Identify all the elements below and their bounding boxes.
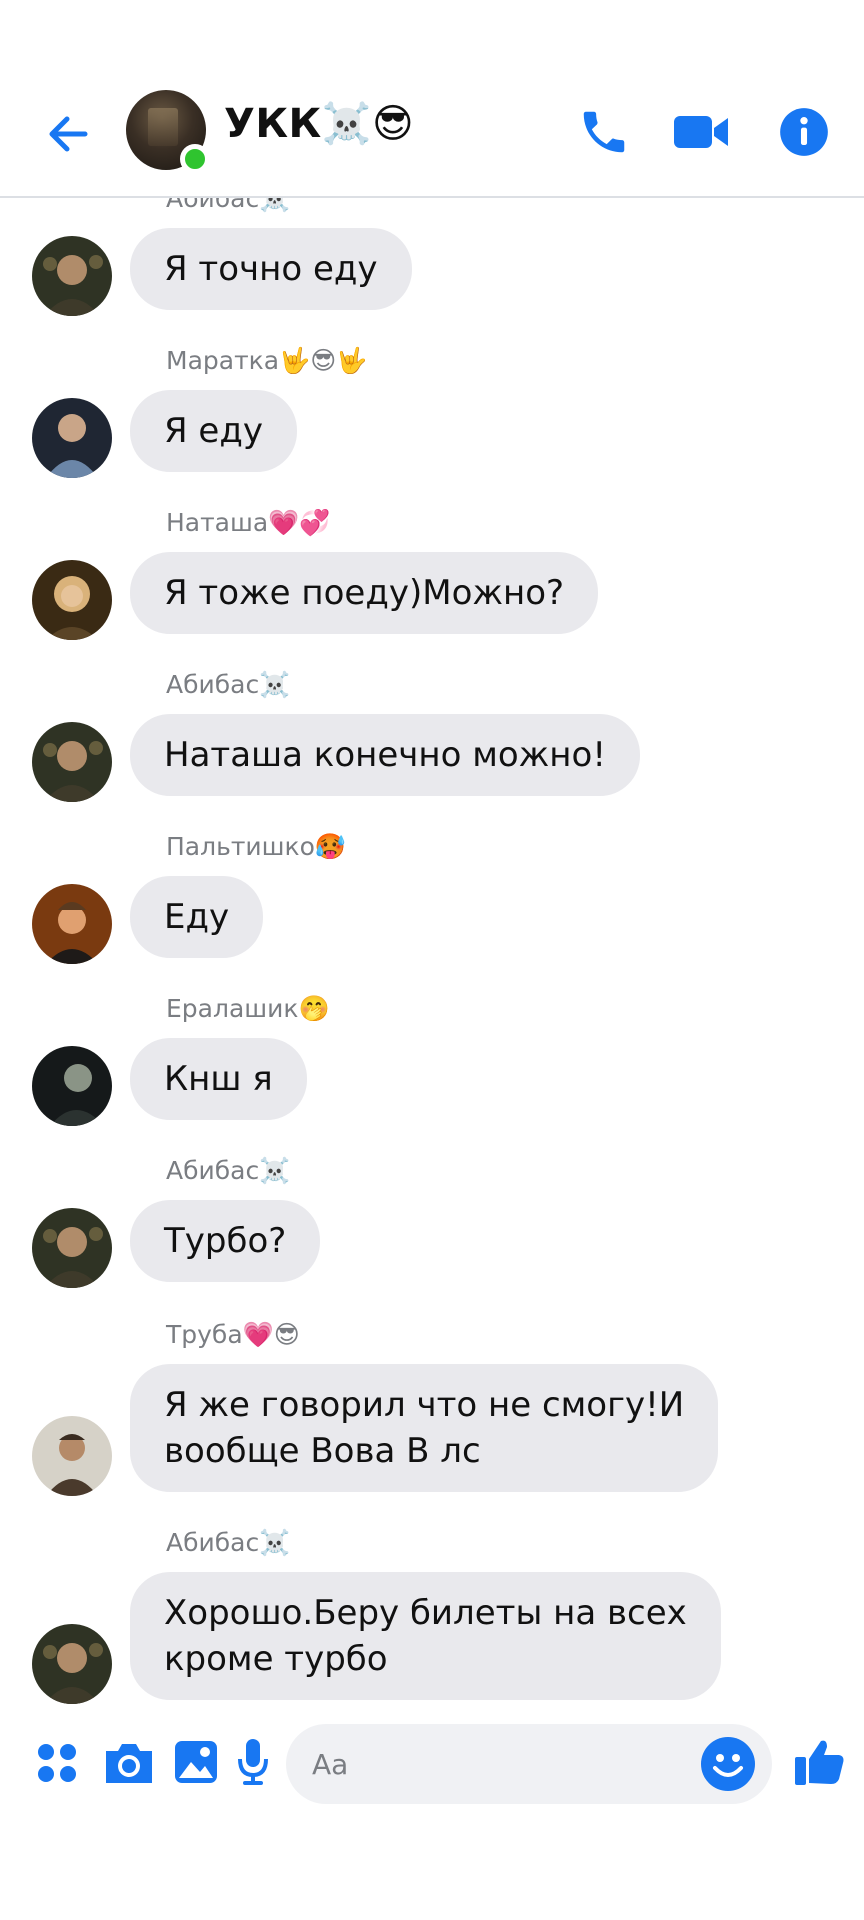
sender-name: Абибас☠️ [166, 198, 291, 213]
smiley-emoji-icon [701, 1737, 755, 1791]
call-button[interactable] [572, 100, 636, 164]
sender-avatar[interactable] [32, 1416, 112, 1496]
info-button[interactable] [772, 100, 836, 164]
sender-avatar[interactable] [32, 722, 112, 802]
video-call-button[interactable] [670, 100, 734, 164]
voice-message-button[interactable] [228, 1734, 278, 1790]
message-bubble[interactable]: Я точно еду [130, 228, 412, 310]
chat-header: УКК☠️😎 [0, 70, 864, 198]
message-bubble[interactable]: Я еду [130, 390, 297, 472]
message-bubble[interactable]: Наташа конечно можно! [130, 714, 640, 796]
more-actions-button[interactable] [30, 1736, 84, 1790]
message-bubble[interactable]: Кнш я [130, 1038, 307, 1120]
message-bubble[interactable]: Еду [130, 876, 264, 958]
four-dots-menu-icon [38, 1744, 76, 1782]
sender-avatar[interactable] [32, 1046, 112, 1126]
message-composer [0, 1706, 864, 1820]
image-gallery-icon [175, 1741, 217, 1783]
group-avatar-container[interactable] [126, 90, 210, 174]
sender-avatar[interactable] [32, 884, 112, 964]
status-bar [0, 0, 864, 70]
gallery-button[interactable] [168, 1734, 224, 1790]
sender-name: Абибас☠️ [166, 1156, 291, 1185]
sender-avatar[interactable] [32, 1208, 112, 1288]
camera-icon [106, 1744, 152, 1783]
video-camera-icon [674, 116, 728, 148]
arrow-left-icon [49, 116, 88, 152]
microphone-icon [238, 1739, 268, 1785]
chat-title[interactable]: УКК☠️😎 [224, 100, 414, 147]
info-icon [780, 108, 828, 156]
emoji-button[interactable] [700, 1736, 756, 1792]
back-button[interactable] [40, 106, 96, 162]
message-list[interactable]: Абибас☠️ Я точно еду Маратка🤟😎🤟 Я еду На… [0, 198, 864, 1706]
message-bubble[interactable]: Хорошо.Беру билеты на всех кроме турбо [130, 1572, 721, 1700]
sender-avatar[interactable] [32, 398, 112, 478]
sender-name: Пальтишко🥵 [166, 832, 347, 861]
online-status-dot [180, 144, 210, 174]
camera-button[interactable] [100, 1734, 158, 1792]
thumbs-up-icon [795, 1740, 844, 1785]
sender-avatar[interactable] [32, 236, 112, 316]
bottom-safe-area [0, 1820, 864, 1920]
message-bubble[interactable]: Я же говорил что не смогу!И вообще Вова … [130, 1364, 719, 1492]
sender-name: Абибас☠️ [166, 670, 291, 699]
sender-name: Ералашик🤭 [166, 994, 330, 1023]
phone-icon [583, 111, 625, 153]
like-button[interactable] [790, 1732, 850, 1792]
sender-avatar[interactable] [32, 560, 112, 640]
sender-name: Труба💗😎 [166, 1320, 300, 1349]
sender-name: Маратка🤟😎🤟 [166, 346, 368, 375]
sender-name: Абибас☠️ [166, 1528, 291, 1557]
message-bubble[interactable]: Турбо? [130, 1200, 321, 1282]
sender-name: Наташа💗💞 [166, 508, 331, 537]
sender-avatar[interactable] [32, 1624, 112, 1704]
message-bubble[interactable]: Я тоже поеду)Можно? [130, 552, 599, 634]
